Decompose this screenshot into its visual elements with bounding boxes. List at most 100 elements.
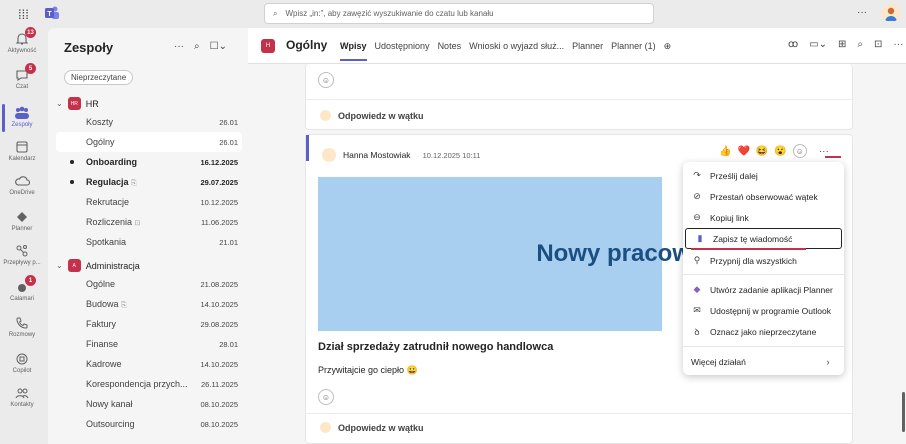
reply-in-thread-button[interactable]: Odpowiedz w wątku bbox=[320, 110, 424, 121]
menu-label: Przypnij dla wszystkich bbox=[710, 255, 797, 266]
channel-item[interactable]: Finanse 28.01 bbox=[56, 334, 242, 354]
search-icon[interactable]: ⌕ bbox=[857, 39, 863, 50]
channel-item-selected[interactable]: Ogólny 26.01 bbox=[56, 132, 242, 152]
rail-item-flows[interactable]: Przepływy p... bbox=[0, 244, 44, 266]
more-icon[interactable]: ··· bbox=[893, 39, 903, 50]
channel-item[interactable]: Budowa ⎘ 14.10.2025 bbox=[56, 294, 242, 314]
surprised-reaction[interactable]: 😮 bbox=[774, 146, 786, 157]
rail-item-copilot[interactable]: Copilot bbox=[0, 352, 44, 374]
chat-icon: 5 bbox=[14, 63, 36, 82]
rail-item-teams[interactable]: Zespoły bbox=[0, 106, 44, 128]
author-name[interactable]: Hanna Mostowiak bbox=[343, 150, 411, 160]
rail-label: Przepływy p... bbox=[3, 260, 41, 266]
channel-item[interactable]: Korespondencja przych... 26.11.2025 bbox=[56, 374, 242, 394]
rail-item-calls[interactable]: Rozmowy bbox=[0, 316, 44, 338]
add-reaction-icon[interactable]: ☺ bbox=[318, 72, 334, 88]
channel-date: 14.10.2025 bbox=[200, 359, 238, 369]
search-icon[interactable]: ⌕ bbox=[194, 41, 200, 52]
outlook-icon: ✉ bbox=[693, 305, 701, 315]
rail-label: Planner bbox=[11, 226, 33, 232]
channel-item[interactable]: Outsourcing 08.10.2025 bbox=[56, 414, 242, 434]
app-launcher-icon[interactable]: ⁞⁞⁞ bbox=[18, 7, 29, 22]
channel-name: Korespondencja przych... bbox=[86, 379, 188, 389]
channel-item[interactable]: Regulacja ⎘ 29.07.2025 bbox=[56, 172, 242, 192]
menu-label: Zapisz tę wiadomość bbox=[713, 233, 793, 244]
channel-item[interactable]: Koszty 26.01 bbox=[56, 112, 242, 132]
menu-item-more-actions[interactable]: Więcej działań › bbox=[683, 351, 844, 372]
search-input[interactable]: ⌕ Wpisz „in:”, aby zawęzić wyszukiwanie … bbox=[264, 3, 654, 24]
channel-item[interactable]: Onboarding 16.12.2025 bbox=[56, 152, 242, 172]
tab-travel-requests[interactable]: Wnioski o wyjazd służ... bbox=[469, 41, 564, 52]
rail-item-planner[interactable]: Planner bbox=[0, 210, 44, 232]
rail-label: OneDrive bbox=[9, 190, 35, 196]
menu-item-share-outlook[interactable]: ✉ Udostępnij w programie Outlook bbox=[683, 300, 844, 321]
channel-item[interactable]: Faktury 29.08.2025 bbox=[56, 314, 242, 334]
channel-actions: ꝏ ▭⌄ ⊞ ⌕ ⊡ ··· bbox=[788, 39, 903, 50]
team-hr[interactable]: ⌄ HR HR bbox=[56, 97, 99, 110]
unread-icon: ꝺ bbox=[694, 327, 700, 337]
rail-item-calamari[interactable]: 1 Calamari bbox=[0, 275, 44, 302]
channel-item[interactable]: Spotkania 21.01 bbox=[56, 232, 242, 252]
filter-unread-chip[interactable]: Nieprzeczytane bbox=[64, 70, 134, 85]
add-reaction-icon[interactable]: ☺ bbox=[792, 144, 807, 158]
calendar-icon bbox=[14, 140, 30, 154]
team-administracja[interactable]: ⌄ A Administracja bbox=[56, 259, 140, 272]
compose-icon[interactable]: ☐⌄ bbox=[210, 41, 227, 52]
add-tab-icon[interactable]: ⊕ bbox=[664, 41, 672, 52]
author-avatar[interactable] bbox=[322, 148, 336, 162]
menu-label: Więcej działań bbox=[691, 356, 746, 367]
user-avatar[interactable] bbox=[882, 4, 900, 22]
channel-date: 29.08.2025 bbox=[200, 319, 238, 329]
channel-item[interactable]: Rozliczenia ⊡ 11.06.2025 bbox=[56, 212, 242, 232]
channel-item[interactable]: Kadrowe 14.10.2025 bbox=[56, 354, 242, 374]
channel-tabs: Wpisy Udostępniony Notes Wnioski o wyjaz… bbox=[340, 41, 672, 61]
more-options-icon[interactable]: ··· bbox=[819, 146, 829, 157]
channel-title: Ogólny bbox=[286, 38, 328, 52]
rail-item-chat[interactable]: 5 Czat bbox=[0, 63, 44, 90]
rail-item-calendar[interactable]: Kalendarz bbox=[0, 140, 44, 162]
menu-item-save-message[interactable]: ▮ Zapisz tę wiadomość bbox=[685, 228, 842, 249]
meet-icon[interactable]: ▭⌄ bbox=[809, 39, 827, 50]
heart-reaction[interactable]: ❤️ bbox=[737, 146, 749, 157]
more-options-button[interactable]: ··· bbox=[857, 7, 867, 18]
channel-name: Faktury bbox=[86, 319, 117, 329]
reply-in-thread-button[interactable]: Odpowiedz w wątku bbox=[320, 422, 424, 433]
channel-item[interactable]: Nowy kanał 08.10.2025 bbox=[56, 394, 242, 414]
menu-item-pin[interactable]: ⚲ Przypnij dla wszystkich bbox=[683, 250, 844, 271]
team-name: HR bbox=[85, 98, 99, 109]
planner-icon bbox=[14, 210, 30, 224]
menu-item-copy-link[interactable]: ⊖ Kopiuj link bbox=[683, 207, 844, 228]
channel-item[interactable]: Rekrutacje 10.12.2025 bbox=[56, 192, 242, 212]
rail-item-contacts[interactable]: Kontakty bbox=[0, 386, 44, 408]
channel-info-icon[interactable]: ⊞ bbox=[838, 39, 846, 50]
tab-planner-1[interactable]: Planner (1) bbox=[611, 41, 656, 52]
channel-date: 10.12.2025 bbox=[200, 197, 238, 207]
team-avatar: A bbox=[67, 259, 81, 272]
menu-item-planner-task[interactable]: ◆ Utwórz zadanie aplikacji Planner bbox=[683, 279, 844, 300]
channel-name: Rekrutacje bbox=[86, 197, 130, 207]
panel-toolbar: ··· ⌕ ☐⌄ bbox=[174, 41, 227, 52]
menu-item-unfollow[interactable]: ⊘ Przestań obserwować wątek bbox=[683, 186, 844, 207]
calamari-badge: 1 bbox=[25, 275, 36, 286]
more-icon[interactable]: ··· bbox=[174, 41, 184, 52]
rail-item-onedrive[interactable]: OneDrive bbox=[0, 174, 44, 196]
tab-posts[interactable]: Wpisy bbox=[340, 41, 367, 61]
members-icon[interactable]: ꝏ bbox=[788, 39, 798, 50]
channel-item[interactable]: Ogólne 21.08.2025 bbox=[56, 274, 242, 294]
tab-planner[interactable]: Planner bbox=[572, 41, 603, 52]
reply-label: Odpowiedz w wątku bbox=[338, 422, 424, 433]
tab-notes[interactable]: Notes bbox=[438, 41, 462, 52]
expand-icon[interactable]: ⊡ bbox=[874, 39, 882, 50]
like-reaction[interactable]: 👍 bbox=[719, 146, 731, 157]
menu-item-mark-unread[interactable]: ꝺ Oznacz jako nieprzeczytane bbox=[683, 321, 844, 342]
rail-label: Czat bbox=[15, 84, 29, 90]
rail-item-activity[interactable]: 13 Aktywność bbox=[0, 27, 44, 54]
scrollbar[interactable] bbox=[902, 392, 905, 432]
laugh-reaction[interactable]: 😆 bbox=[756, 146, 768, 157]
menu-label: Utwórz zadanie aplikacji Planner bbox=[710, 284, 833, 295]
rail-label: Zespoły bbox=[11, 122, 33, 128]
menu-item-forward[interactable]: ↷ Prześlij dalej bbox=[683, 165, 844, 186]
tab-shared[interactable]: Udostępniony bbox=[375, 41, 430, 52]
channel-header: H Ogólny Wpisy Udostępniony Notes Wniosk… bbox=[248, 28, 906, 64]
add-reaction-icon[interactable]: ☺ bbox=[318, 389, 334, 405]
